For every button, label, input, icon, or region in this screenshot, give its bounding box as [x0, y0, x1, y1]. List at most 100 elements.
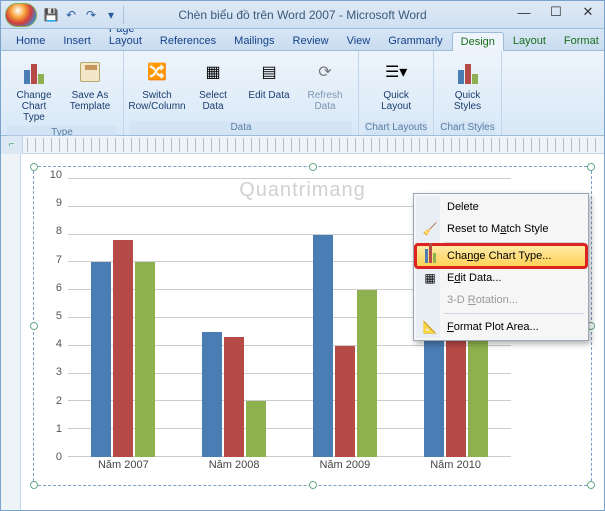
qat-dropdown-icon[interactable]: ▾: [103, 7, 119, 23]
redo-icon[interactable]: ↷: [83, 7, 99, 23]
bar[interactable]: [224, 337, 244, 457]
switch-icon: 🔀: [141, 56, 173, 88]
x-tick-label: Năm 2010: [400, 459, 511, 481]
window-title: Chèn biểu đồ trên Word 2007 - Microsoft …: [178, 8, 426, 22]
bar[interactable]: [113, 240, 133, 457]
close-button[interactable]: ✕: [572, 1, 604, 23]
tab-home[interactable]: Home: [7, 31, 54, 50]
select-data-icon: ▦: [197, 56, 229, 88]
tab-format[interactable]: Format: [555, 31, 605, 50]
ribbon-tabs: Home Insert Page Layout References Maili…: [1, 29, 604, 51]
ribbon: Change Chart Type Save As Template Type …: [1, 51, 604, 136]
y-tick-label: 5: [56, 310, 62, 322]
bar[interactable]: [135, 262, 155, 457]
quick-styles-label: Quick Styles: [444, 90, 492, 112]
menu-reset-label: Reset to Match Style: [447, 223, 549, 235]
y-tick-label: 10: [50, 169, 62, 181]
chart-type-icon: [18, 56, 50, 88]
menu-delete-label: Delete: [447, 201, 479, 213]
y-tick-label: 8: [56, 225, 62, 237]
group-data-label: Data: [130, 121, 352, 135]
tab-layout[interactable]: Layout: [504, 31, 555, 50]
tab-insert[interactable]: Insert: [54, 31, 100, 50]
tab-view[interactable]: View: [338, 31, 380, 50]
vertical-ruler[interactable]: [1, 154, 21, 510]
reset-icon: 🧹: [421, 220, 439, 238]
blank-icon: [421, 198, 439, 216]
select-data-label: Select Data: [189, 90, 237, 112]
category-group: [290, 179, 401, 457]
y-tick-label: 7: [56, 254, 62, 266]
bar[interactable]: [313, 235, 333, 457]
separator: [123, 6, 124, 24]
quick-styles-icon: [452, 56, 484, 88]
refresh-data-button[interactable]: ⟳ Refresh Data: [298, 53, 352, 115]
menu-separator: [444, 313, 584, 314]
y-tick-label: 1: [56, 423, 62, 435]
edit-data-button[interactable]: ▤ Edit Data: [242, 53, 296, 104]
y-tick-label: 3: [56, 366, 62, 378]
save-icon[interactable]: 💾: [43, 7, 59, 23]
office-button[interactable]: [5, 3, 37, 27]
change-chart-type-button[interactable]: Change Chart Type: [7, 53, 61, 126]
group-chart-layouts-label: Chart Layouts: [365, 121, 427, 135]
y-axis: 012345678910: [44, 175, 66, 457]
select-data-button[interactable]: ▦ Select Data: [186, 53, 240, 115]
bar[interactable]: [91, 262, 111, 457]
bar[interactable]: [246, 401, 266, 457]
y-tick-label: 9: [56, 197, 62, 209]
x-tick-label: Năm 2007: [68, 459, 179, 481]
ruler-corner: ⌐: [1, 136, 23, 154]
undo-icon[interactable]: ↶: [63, 7, 79, 23]
tab-grammarly[interactable]: Grammarly: [379, 31, 451, 50]
quick-access-toolbar: 💾 ↶ ↷ ▾: [43, 6, 124, 24]
group-chart-styles: Quick Styles Chart Styles: [434, 51, 501, 135]
refresh-icon: ⟳: [309, 56, 341, 88]
tab-review[interactable]: Review: [284, 31, 338, 50]
menu-edit-data-label: Edit Data...: [447, 272, 501, 284]
minimize-button[interactable]: —: [508, 1, 540, 23]
rotation-icon: [421, 291, 439, 309]
tab-design[interactable]: Design: [452, 32, 504, 51]
switch-row-column-button[interactable]: 🔀 Switch Row/Column: [130, 53, 184, 115]
menu-edit-data[interactable]: ▦ Edit Data...: [416, 267, 586, 289]
bar[interactable]: [335, 346, 355, 457]
y-tick-label: 4: [56, 338, 62, 350]
context-menu: Delete 🧹 Reset to Match Style Change Cha…: [413, 193, 589, 341]
y-tick-label: 0: [56, 451, 62, 463]
tab-mailings[interactable]: Mailings: [225, 31, 283, 50]
titlebar: 💾 ↶ ↷ ▾ Chèn biểu đồ trên Word 2007 - Mi…: [1, 1, 604, 29]
spreadsheet-icon: ▦: [421, 269, 439, 287]
quick-layout-button[interactable]: ☰▾ Quick Layout: [369, 53, 423, 115]
switch-label: Switch Row/Column: [128, 90, 185, 112]
chart-icon: [421, 247, 439, 265]
menu-format-plot-area[interactable]: 📐 Format Plot Area...: [416, 316, 586, 338]
menu-format-label: Format Plot Area...: [447, 321, 539, 333]
tab-references[interactable]: References: [151, 31, 225, 50]
bar[interactable]: [202, 332, 222, 457]
maximize-button[interactable]: ☐: [540, 1, 572, 23]
menu-3d-rotation-label: 3-D Rotation...: [447, 294, 518, 306]
menu-change-chart-type[interactable]: Change Chart Type...: [416, 245, 586, 267]
bar[interactable]: [468, 337, 488, 457]
menu-reset-style[interactable]: 🧹 Reset to Match Style: [416, 218, 586, 240]
change-chart-type-label: Change Chart Type: [10, 90, 58, 123]
horizontal-ruler: ⌐: [1, 136, 604, 154]
x-axis: Năm 2007Năm 2008Năm 2009Năm 2010: [68, 459, 511, 481]
quick-layout-label: Quick Layout: [372, 90, 420, 112]
menu-delete[interactable]: Delete: [416, 196, 586, 218]
refresh-data-label: Refresh Data: [301, 90, 349, 112]
category-group: [179, 179, 290, 457]
menu-separator: [444, 242, 584, 243]
y-tick-label: 6: [56, 282, 62, 294]
quick-styles-button[interactable]: Quick Styles: [441, 53, 495, 115]
group-chart-styles-label: Chart Styles: [440, 121, 494, 135]
template-icon: [74, 56, 106, 88]
window-controls: — ☐ ✕: [508, 1, 604, 23]
menu-3d-rotation: 3-D Rotation...: [416, 289, 586, 311]
edit-data-icon: ▤: [253, 56, 285, 88]
ruler-scale[interactable]: [27, 138, 600, 152]
save-as-template-button[interactable]: Save As Template: [63, 53, 117, 115]
bar[interactable]: [357, 290, 377, 457]
category-group: [68, 179, 179, 457]
